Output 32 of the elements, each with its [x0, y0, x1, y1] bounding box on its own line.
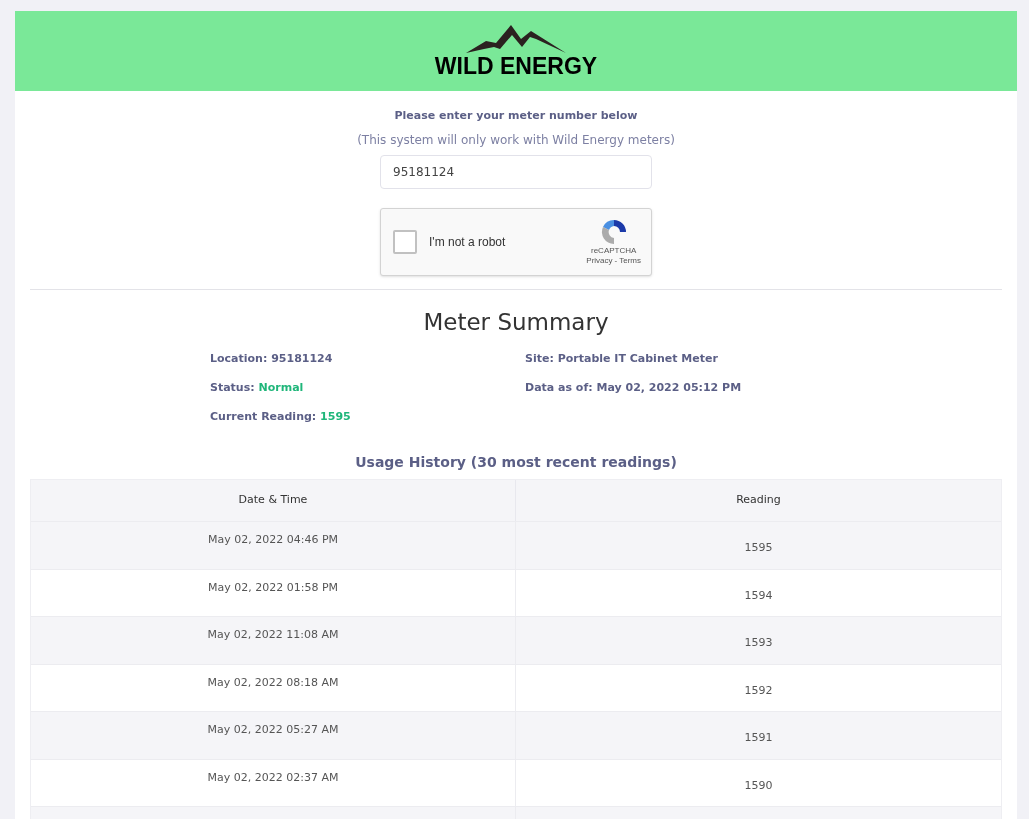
privacy-link[interactable]: Privacy: [586, 255, 613, 266]
table-cell: May 02, 2022 05:27 AM: [207, 722, 339, 738]
captcha-checkbox[interactable]: [393, 229, 417, 254]
table-cell: May 02, 2022 04:46 PM: [207, 532, 338, 548]
summary-field: Status: Normal: [210, 380, 525, 397]
recaptcha-logo-icon: [599, 217, 628, 246]
column-header: Reading: [735, 492, 782, 509]
table-cell-text: 1591: [744, 730, 773, 746]
summary-title: Meter Summary: [423, 307, 609, 337]
meter-hint: (This system will only work with Wild Energy meters): [357, 131, 675, 149]
logo-text: WILD ENERGY: [434, 54, 598, 78]
summary-field: Location: 95181124: [210, 351, 525, 368]
link-separator: -: [614, 255, 618, 266]
meter-number-field[interactable]: 95181124: [380, 154, 652, 189]
table-cell: May 02, 2022 01:58 PM: [207, 579, 338, 596]
table-cell-text: 1593: [744, 635, 773, 651]
table-cell: May 02, 2022 11:08 AM: [207, 627, 339, 643]
meter-prompt: Please enter your meter number below: [394, 108, 638, 124]
table-cell: 1590: [744, 777, 773, 794]
table-cell: 1592: [744, 682, 773, 699]
terms-link[interactable]: Terms: [619, 255, 641, 266]
table-cell-text: 1595: [744, 540, 773, 556]
table-cell: May 02, 2022 02:37 AM: [207, 769, 339, 786]
table-cell: May 02, 2022 08:18 AM: [207, 674, 339, 691]
summary-field: Current Reading: 1595: [210, 409, 525, 426]
captcha-brand: reCAPTCHA: [591, 245, 637, 256]
table-cell: 1594: [744, 587, 773, 604]
mountain-icon: [466, 24, 566, 53]
summary-field: Site: Portable IT Cabinet Meter: [525, 351, 825, 368]
captcha-label: I'm not a robot: [429, 233, 507, 251]
history-title: Usage History (30 most recent readings): [355, 453, 677, 472]
summary-field: Data as of: May 02, 2022 05:12 PM: [525, 380, 825, 397]
